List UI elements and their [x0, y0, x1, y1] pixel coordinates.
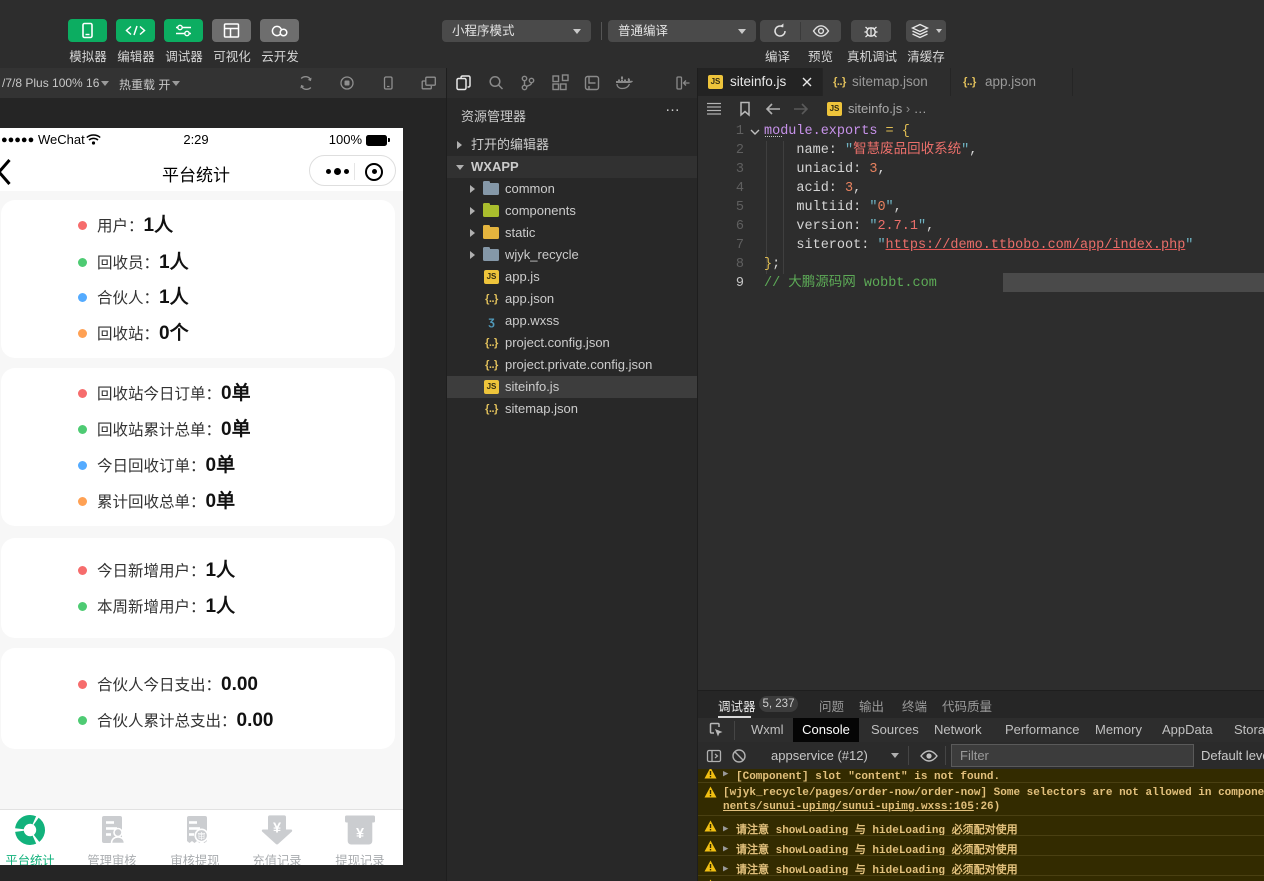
- svg-text:¥: ¥: [273, 821, 281, 837]
- svg-text:审: 审: [198, 831, 206, 841]
- svg-text:¥: ¥: [356, 826, 364, 842]
